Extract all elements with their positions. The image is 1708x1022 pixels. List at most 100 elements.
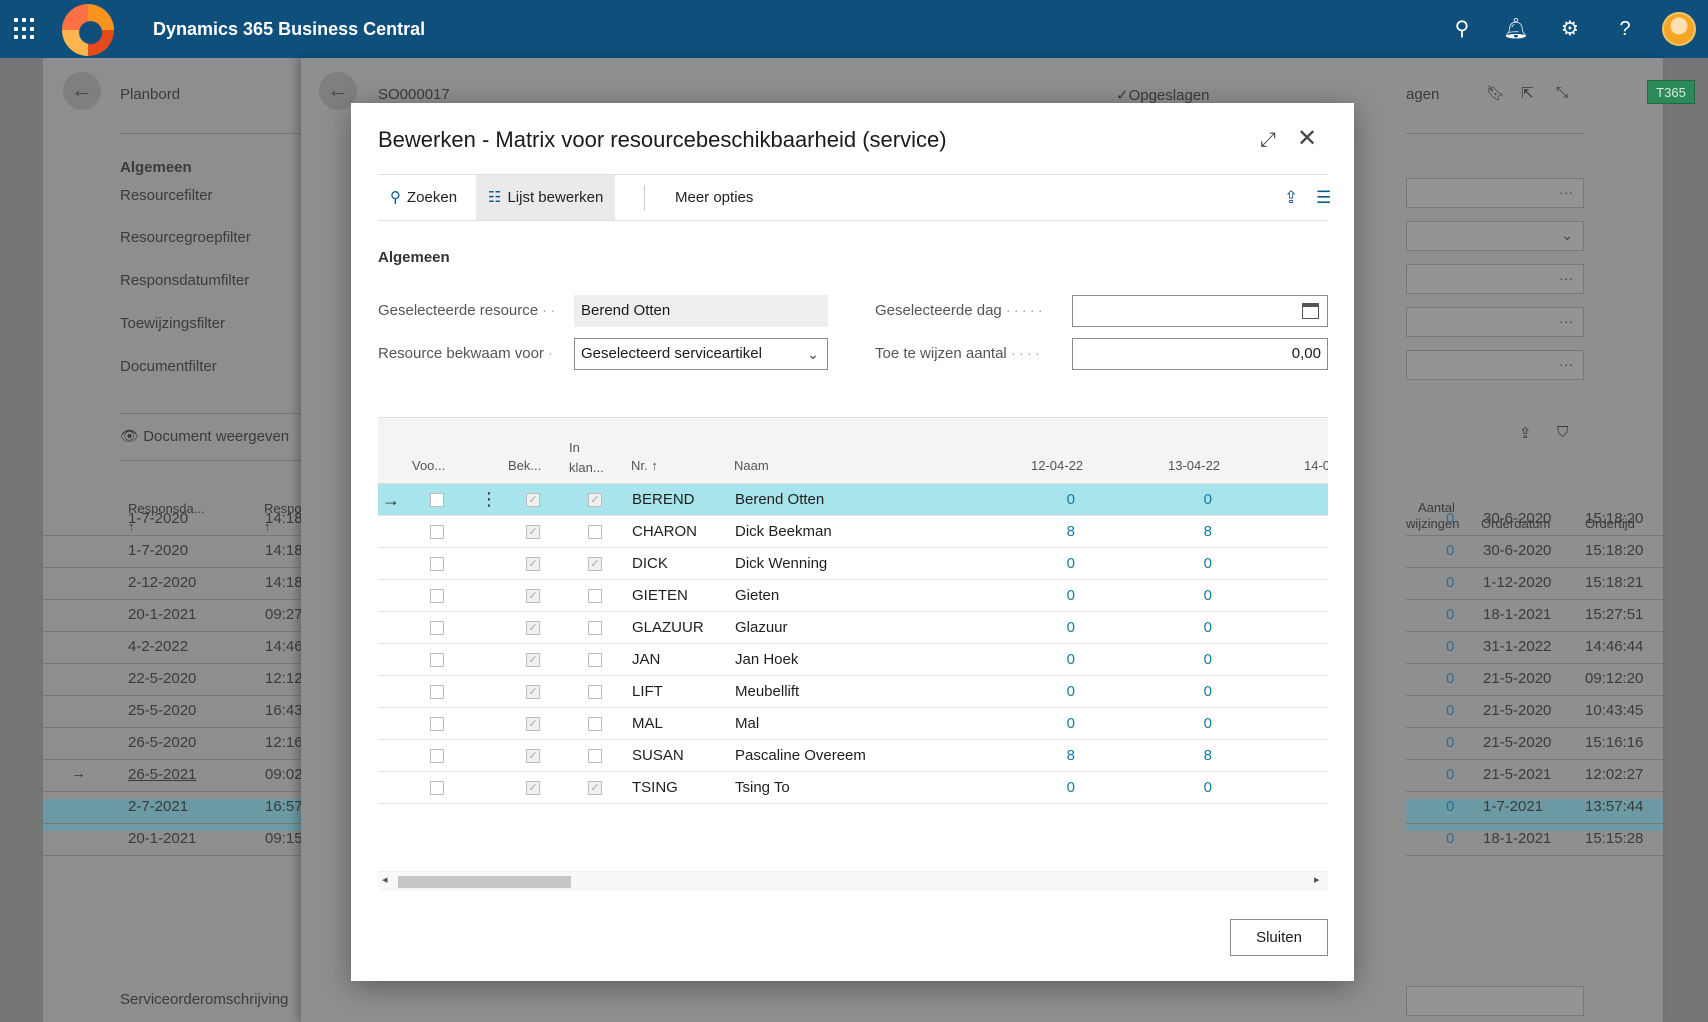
day2-value[interactable]: 8: [1152, 740, 1212, 772]
list-view-icon[interactable]: ☰: [1310, 175, 1337, 220]
search-icon[interactable]: ⚲: [1449, 16, 1475, 42]
edit-list-button[interactable]: ☷ Lijst bewerken: [476, 175, 616, 220]
list-item[interactable]: 22-5-2020: [128, 670, 196, 687]
day1-value[interactable]: 0: [1015, 644, 1075, 676]
more-options-button[interactable]: Meer opties: [663, 175, 765, 220]
list-item[interactable]: 20-1-2021: [128, 830, 196, 847]
bg-field[interactable]: ···: [1406, 350, 1584, 380]
column-header[interactable]: Naam: [734, 458, 769, 473]
voo-checkbox[interactable]: [430, 717, 444, 731]
day1-value[interactable]: 0: [1015, 484, 1075, 516]
table-row[interactable]: ✓ LIFT Meubellift 0 0: [378, 676, 1328, 708]
row-menu-icon[interactable]: ⋮: [480, 484, 498, 514]
day1-value[interactable]: 0: [1015, 580, 1075, 612]
voo-checkbox[interactable]: [430, 589, 444, 603]
in-klant-checkbox[interactable]: [588, 525, 602, 539]
list-item[interactable]: 2-7-2021: [128, 798, 188, 815]
bek-checkbox[interactable]: ✓: [526, 589, 540, 603]
bg-field[interactable]: ···: [1406, 307, 1584, 337]
day1-value[interactable]: 0: [1015, 772, 1075, 804]
day2-value[interactable]: 0: [1152, 580, 1212, 612]
selected-day-input[interactable]: [1072, 295, 1328, 327]
day2-value[interactable]: 0: [1152, 548, 1212, 580]
column-header[interactable]: 12-04-22: [1031, 458, 1083, 473]
in-klant-checkbox[interactable]: ✓: [588, 493, 602, 507]
column-header[interactable]: Voo...: [412, 458, 445, 473]
column-header[interactable]: Bek...: [508, 458, 541, 473]
nr-cell[interactable]: TSING: [632, 772, 678, 804]
table-row[interactable]: ✓ GIETEN Gieten 0 0: [378, 580, 1328, 612]
list-item[interactable]: 4-2-2022: [128, 638, 188, 655]
day2-value[interactable]: 8: [1152, 516, 1212, 548]
in-klant-checkbox[interactable]: [588, 653, 602, 667]
close-icon[interactable]: ✕: [1297, 127, 1317, 151]
bell-icon[interactable]: 🔔︎: [1503, 16, 1529, 42]
bookmark-icon[interactable]: 🔖︎: [1486, 84, 1505, 102]
nr-cell[interactable]: BEREND: [632, 484, 695, 516]
day2-value[interactable]: 0: [1152, 484, 1212, 516]
search-button[interactable]: ⚲ Zoeken: [378, 175, 469, 220]
voo-checkbox[interactable]: [430, 749, 444, 763]
table-row[interactable]: ✓ ✓ DICK Dick Wenning 0 0: [378, 548, 1328, 580]
collapse-icon[interactable]: ⤡: [1556, 84, 1568, 101]
in-klant-checkbox[interactable]: [588, 717, 602, 731]
nr-cell[interactable]: LIFT: [632, 676, 663, 708]
horizontal-scrollbar[interactable]: ◂ ▸: [378, 871, 1328, 891]
day1-value[interactable]: 8: [1015, 740, 1075, 772]
bek-checkbox[interactable]: ✓: [526, 525, 540, 539]
in-klant-checkbox[interactable]: [588, 621, 602, 635]
scroll-thumb[interactable]: [398, 876, 571, 888]
close-button[interactable]: Sluiten: [1230, 919, 1328, 956]
day1-value[interactable]: 0: [1015, 676, 1075, 708]
table-row[interactable]: ✓ ✓ TSING Tsing To 0 0: [378, 772, 1328, 804]
avatar[interactable]: [1662, 12, 1696, 46]
column-header[interactable]: 14-0: [1304, 458, 1328, 473]
list-item[interactable]: 26-5-2020: [128, 734, 196, 751]
back-arrow-icon[interactable]: ←: [63, 72, 101, 110]
column-header[interactable]: 13-04-22: [1168, 458, 1220, 473]
day1-value[interactable]: 0: [1015, 708, 1075, 740]
list-item[interactable]: 25-5-2020: [128, 702, 196, 719]
voo-checkbox[interactable]: [430, 653, 444, 667]
gear-icon[interactable]: ⚙: [1557, 16, 1583, 42]
bek-checkbox[interactable]: ✓: [526, 749, 540, 763]
app-launcher-icon[interactable]: [14, 18, 36, 40]
day1-value[interactable]: 0: [1015, 548, 1075, 580]
in-klant-checkbox[interactable]: [588, 589, 602, 603]
nr-cell[interactable]: GIETEN: [632, 580, 688, 612]
scroll-left-icon[interactable]: ◂: [382, 873, 388, 886]
day2-value[interactable]: 0: [1152, 644, 1212, 676]
list-item[interactable]: 20-1-2021: [128, 606, 196, 623]
bek-checkbox[interactable]: ✓: [526, 653, 540, 667]
table-row[interactable]: → ⋮ ✓ ✓ BEREND Berend Otten 0 0: [378, 484, 1328, 516]
bek-checkbox[interactable]: ✓: [526, 717, 540, 731]
bek-checkbox[interactable]: ✓: [526, 685, 540, 699]
table-row[interactable]: ✓ MAL Mal 0 0: [378, 708, 1328, 740]
bek-checkbox[interactable]: ✓: [526, 781, 540, 795]
nr-cell[interactable]: JAN: [632, 644, 660, 676]
day1-value[interactable]: 8: [1015, 516, 1075, 548]
voo-checkbox[interactable]: [430, 685, 444, 699]
expand-icon[interactable]: ⤢: [1260, 128, 1276, 152]
qty-to-assign-input[interactable]: 0,00: [1072, 338, 1328, 370]
bek-checkbox[interactable]: ✓: [526, 493, 540, 507]
table-row[interactable]: ✓ GLAZUUR Glazuur 0 0: [378, 612, 1328, 644]
table-row[interactable]: ✓ CHARON Dick Beekman 8 8: [378, 516, 1328, 548]
voo-checkbox[interactable]: [430, 781, 444, 795]
scroll-right-icon[interactable]: ▸: [1314, 873, 1320, 886]
share-icon[interactable]: ⇪: [1272, 175, 1310, 220]
day2-value[interactable]: 0: [1152, 708, 1212, 740]
list-item[interactable]: 1-7-2020: [128, 542, 188, 559]
voo-checkbox[interactable]: [430, 557, 444, 571]
day2-value[interactable]: 0: [1152, 612, 1212, 644]
open-new-window-icon[interactable]: ⇱: [1521, 84, 1534, 102]
in-klant-checkbox[interactable]: [588, 685, 602, 699]
table-row[interactable]: ✓ SUSAN Pascaline Overeem 8 8: [378, 740, 1328, 772]
in-klant-checkbox[interactable]: [588, 749, 602, 763]
voo-checkbox[interactable]: [430, 621, 444, 635]
column-header[interactable]: Nr. ↑: [631, 458, 658, 473]
bek-checkbox[interactable]: ✓: [526, 557, 540, 571]
help-icon[interactable]: ?: [1612, 16, 1638, 42]
nr-cell[interactable]: DICK: [632, 548, 668, 580]
show-document-link[interactable]: 👁︎ Document weergeven: [120, 427, 289, 445]
